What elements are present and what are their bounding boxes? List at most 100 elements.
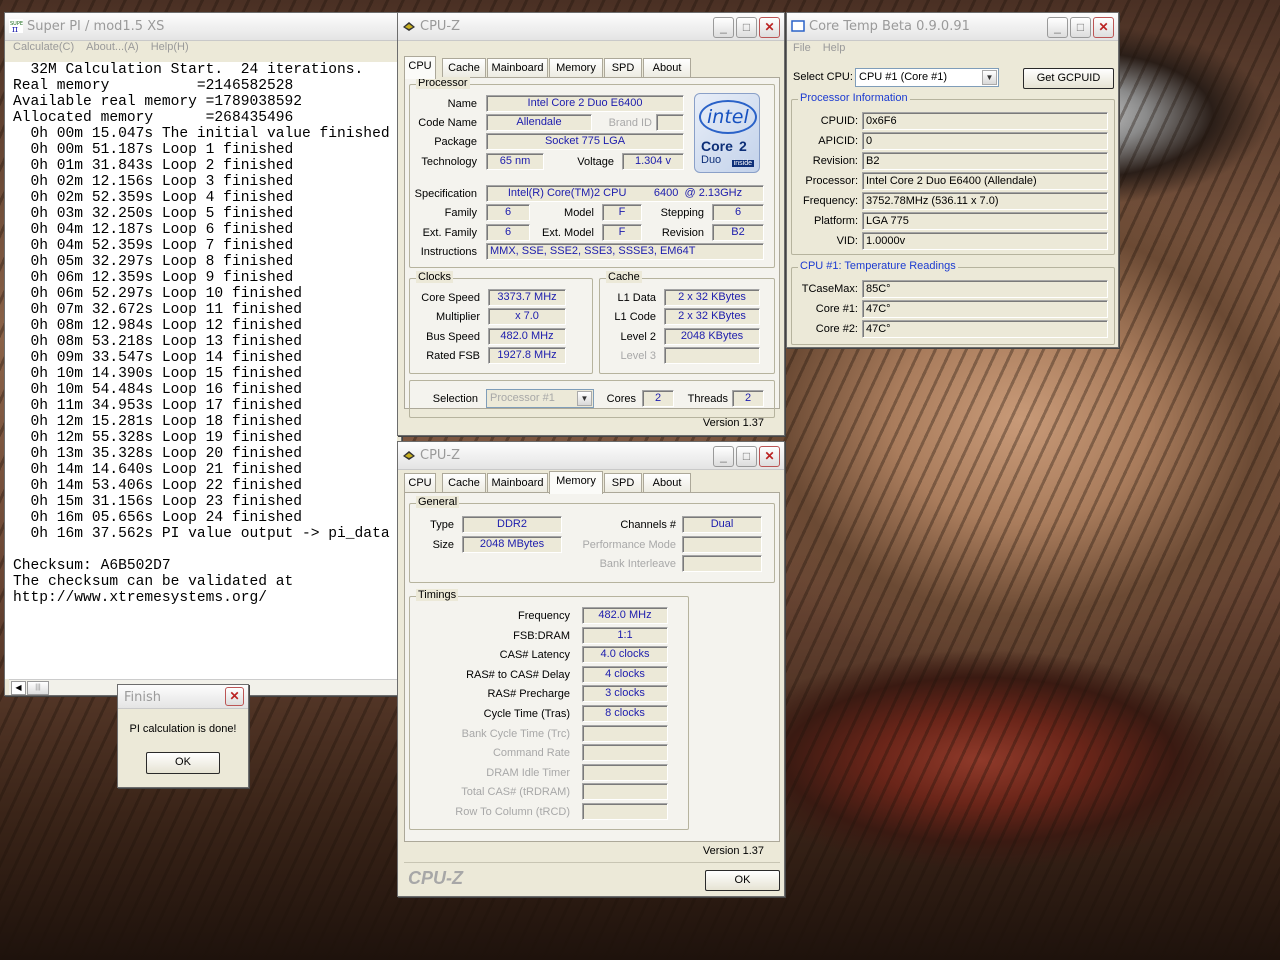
svg-text:π: π xyxy=(12,25,18,33)
cpuz-app-icon xyxy=(403,22,415,31)
extmodel-label: Ext. Model xyxy=(542,227,594,239)
finish-close-button[interactable]: ✕ xyxy=(225,687,244,706)
coretemp-menubar: File Help xyxy=(787,42,1118,59)
tab-about[interactable]: About xyxy=(643,473,691,493)
perfmode-value xyxy=(682,536,762,553)
processor-select[interactable]: Processor #1 ▼ xyxy=(486,389,594,408)
tab-cache[interactable]: Cache xyxy=(442,58,486,78)
technology-label: Technology xyxy=(421,156,477,168)
menu-file[interactable]: File xyxy=(793,42,811,54)
tab-cpu[interactable]: CPU xyxy=(404,473,436,493)
maximize-button[interactable]: □ xyxy=(1070,17,1091,38)
cpuz-mem-version: Version 1.37 xyxy=(702,845,764,857)
temperature-group: CPU #1: Temperature Readings TCaseMax: 85… xyxy=(791,260,1115,345)
timing-label: Cycle Time (Tras) xyxy=(483,708,570,720)
multiplier-label: Multiplier xyxy=(435,311,480,323)
get-gcpuid-button[interactable]: Get GCPUID xyxy=(1023,68,1114,89)
tab-spd[interactable]: SPD xyxy=(604,58,642,78)
ok-button[interactable]: OK xyxy=(705,870,780,891)
output-line: 0h 02m 12.156s Loop 3 finished xyxy=(13,174,294,190)
tab-cache[interactable]: Cache xyxy=(442,473,486,493)
processor-select-value: Processor #1 xyxy=(490,392,555,404)
cpuz-cpu-panel: Processor Name Intel Core 2 Duo E6400 Co… xyxy=(404,77,780,418)
info-label: Core #1: xyxy=(815,303,858,315)
cache-group: Cache L1 Data 2 x 32 KBytes L1 Code 2 x … xyxy=(599,271,775,374)
ratedfsb-value: 1927.8 MHz xyxy=(488,347,566,364)
output-line: 0h 14m 14.640s Loop 21 finished xyxy=(13,462,303,478)
output-line: 0h 10m 14.390s Loop 15 finished xyxy=(13,366,303,382)
output-line: 0h 16m 37.562s PI value output -> pi_dat… xyxy=(13,526,390,542)
specification-label: Specification xyxy=(414,188,477,200)
tab-mainboard[interactable]: Mainboard xyxy=(487,58,548,78)
timing-label: RAS# Precharge xyxy=(487,688,570,701)
output-line: 0h 08m 53.218s Loop 13 finished xyxy=(13,334,303,350)
output-line: 0h 12m 15.281s Loop 18 finished xyxy=(13,414,303,430)
output-line: 0h 03m 32.250s Loop 5 finished xyxy=(13,206,294,222)
scroll-left-button[interactable]: ◀ xyxy=(11,681,26,695)
coretemp-titlebar[interactable]: Core Temp Beta 0.9.0.91 _ □ ✕ xyxy=(787,13,1118,41)
menu-help[interactable]: Help(H) xyxy=(151,41,189,53)
info-value: Intel Core 2 Duo E6400 (Allendale) xyxy=(862,172,1108,190)
chevron-down-icon[interactable]: ▼ xyxy=(982,70,997,85)
output-line: 0h 07m 32.672s Loop 11 finished xyxy=(13,302,303,318)
type-value: DDR2 xyxy=(462,516,562,533)
close-button[interactable]: ✕ xyxy=(759,446,780,467)
cores-label: Cores xyxy=(606,393,636,405)
cpuz-cpu-titlebar[interactable]: CPU-Z _ □ ✕ xyxy=(398,13,784,41)
l1data-label: L1 Data xyxy=(617,292,656,304)
level2-value: 2048 KBytes xyxy=(664,328,760,345)
cpuz-cpu-title: CPU-Z xyxy=(420,19,461,34)
instructions-value: MMX, SSE, SSE2, SSE3, SSSE3, EM64T xyxy=(486,243,764,260)
info-value: LGA 775 xyxy=(862,212,1108,230)
minimize-button[interactable]: _ xyxy=(713,446,734,467)
info-value: 1.0000v xyxy=(862,232,1108,250)
info-value: 3752.78MHz (536.11 x 7.0) xyxy=(862,192,1108,210)
menu-help[interactable]: Help xyxy=(823,42,846,54)
superpi-titlebar[interactable]: SUPERπ Super PI / mod1.5 XS xyxy=(5,13,401,41)
output-line: 0h 00m 15.047s The initial value finishe… xyxy=(13,126,390,142)
cpuz-mem-titlebar[interactable]: CPU-Z _ □ ✕ xyxy=(398,442,784,470)
scroll-thumb[interactable]: ||| xyxy=(27,681,49,695)
name-label: Name xyxy=(447,98,477,110)
tab-memory[interactable]: Memory xyxy=(549,58,603,78)
info-label: Platform: xyxy=(813,215,858,227)
brandid-label: Brand ID xyxy=(608,117,652,129)
extfamily-label: Ext. Family xyxy=(422,227,477,239)
tab-cpu[interactable]: CPU xyxy=(404,56,436,79)
timing-label: Bank Cycle Time (Trc) xyxy=(461,727,570,740)
maximize-button[interactable]: □ xyxy=(736,446,757,467)
bankinterleave-label: Bank Interleave xyxy=(599,558,676,570)
finish-title: Finish xyxy=(124,690,162,705)
tab-about[interactable]: About xyxy=(643,58,691,78)
menu-about[interactable]: About...(A) xyxy=(86,41,139,53)
finish-titlebar[interactable]: Finish ✕ xyxy=(118,685,248,709)
tab-memory[interactable]: Memory xyxy=(549,471,603,494)
logo-inside: inside xyxy=(731,160,754,167)
finish-ok-button[interactable]: OK xyxy=(146,752,220,774)
tab-mainboard[interactable]: Mainboard xyxy=(487,473,548,493)
timing-value xyxy=(582,803,668,820)
family-value: 6 xyxy=(486,204,530,221)
output-line: 0h 16m 05.656s Loop 24 finished xyxy=(13,510,303,526)
chevron-down-icon[interactable]: ▼ xyxy=(577,391,592,406)
info-label: TCaseMax: xyxy=(801,283,858,295)
superpi-window: SUPERπ Super PI / mod1.5 XS Calculate(C)… xyxy=(4,12,402,696)
info-value: B2 xyxy=(862,152,1108,170)
cpuz-brand-logo: CPU-Z xyxy=(408,868,463,888)
minimize-button[interactable]: _ xyxy=(713,17,734,38)
close-button[interactable]: ✕ xyxy=(759,17,780,38)
minimize-button[interactable]: _ xyxy=(1047,17,1068,38)
output-line: 0h 08m 12.984s Loop 12 finished xyxy=(13,318,303,334)
cpuz-mem-panel: General Type DDR2 Size 2048 MBytes Chann… xyxy=(404,492,780,842)
menu-calculate[interactable]: Calculate(C) xyxy=(13,41,74,53)
size-value: 2048 MBytes xyxy=(462,536,562,553)
processor-info-title: Processor Information xyxy=(798,92,910,104)
close-button[interactable]: ✕ xyxy=(1093,17,1114,38)
logo-line1: Core xyxy=(701,138,733,154)
tab-spd[interactable]: SPD xyxy=(604,473,642,493)
cache-group-label: Cache xyxy=(606,271,642,283)
cpu-select[interactable]: CPU #1 (Core #1) ▼ xyxy=(855,68,999,87)
output-line: 0h 02m 52.359s Loop 4 finished xyxy=(13,190,294,206)
general-group-label: General xyxy=(416,496,460,508)
maximize-button[interactable]: □ xyxy=(736,17,757,38)
